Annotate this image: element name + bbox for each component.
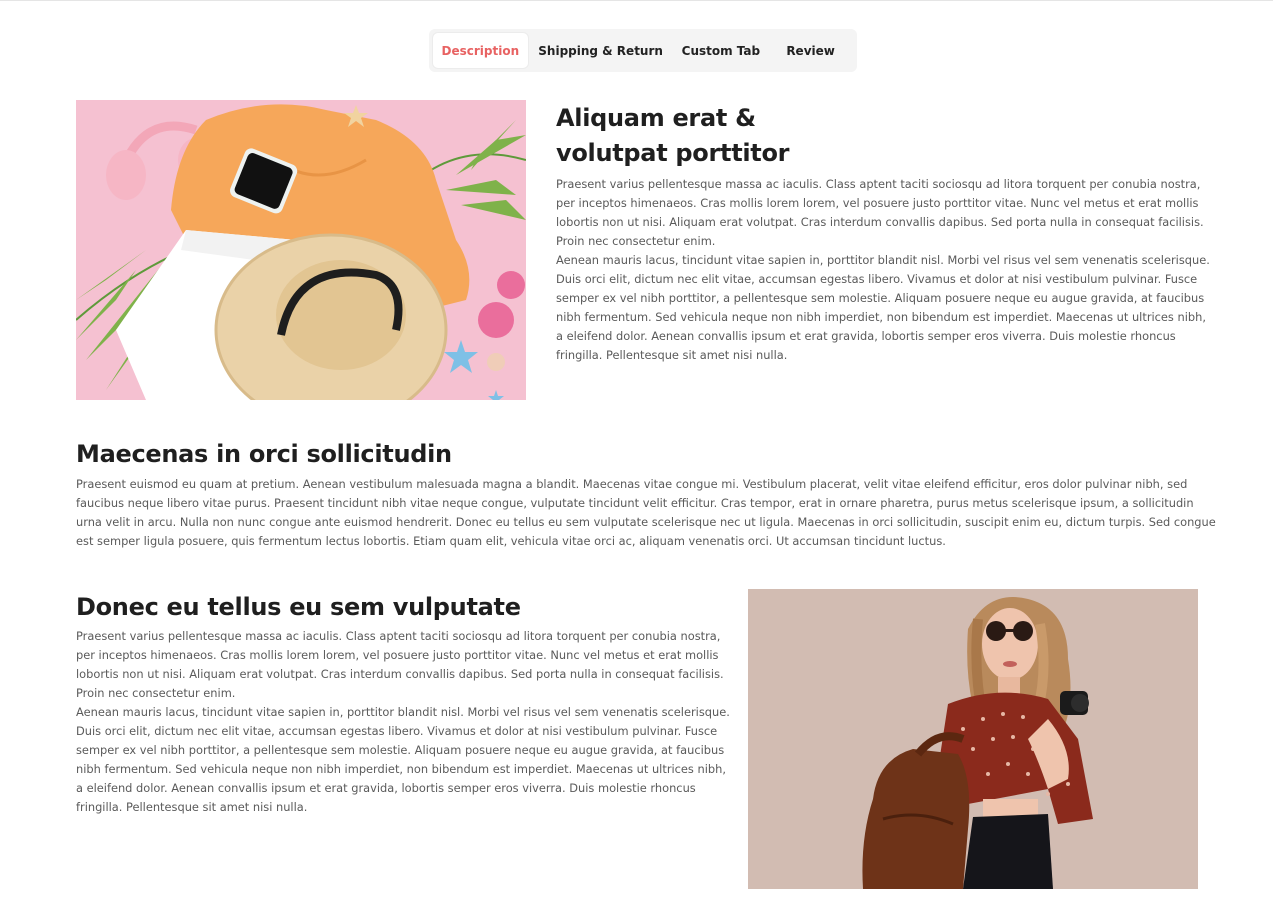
paragraph: Praesent varius pellentesque massa ac ia…	[76, 629, 724, 700]
product-tabs: Description Shipping & Return Custom Tab…	[429, 29, 857, 72]
section-title-donec: Donec eu tellus eu sem vulputate	[76, 593, 521, 621]
section-title-maecenas: Maecenas in orci sollicitudin	[76, 440, 452, 468]
tab-description[interactable]: Description	[433, 33, 528, 68]
title-line-1: Aliquam erat &	[556, 104, 756, 132]
tab-custom[interactable]: Custom Tab	[674, 33, 769, 68]
woman-with-camera-image	[748, 589, 1198, 889]
title-line-2: volutpat porttitor	[556, 139, 790, 167]
paragraph: Praesent euismod eu quam at pretium. Aen…	[76, 477, 1216, 548]
section-body-donec: Praesent varius pellentesque massa ac ia…	[76, 627, 734, 817]
tab-shipping-return[interactable]: Shipping & Return	[528, 33, 674, 68]
section-body-aliquam: Praesent varius pellentesque massa ac ia…	[556, 175, 1216, 365]
paragraph: Praesent varius pellentesque massa ac ia…	[556, 177, 1204, 248]
tab-review[interactable]: Review	[768, 33, 853, 68]
top-divider	[0, 0, 1273, 1]
section-body-maecenas: Praesent euismod eu quam at pretium. Aen…	[76, 475, 1216, 551]
summer-flatlay-image	[76, 100, 526, 400]
section-title-aliquam: Aliquam erat & volutpat porttitor	[556, 101, 856, 171]
paragraph: Aenean mauris lacus, tincidunt vitae sap…	[76, 705, 730, 814]
paragraph: Aenean mauris lacus, tincidunt vitae sap…	[556, 253, 1210, 362]
